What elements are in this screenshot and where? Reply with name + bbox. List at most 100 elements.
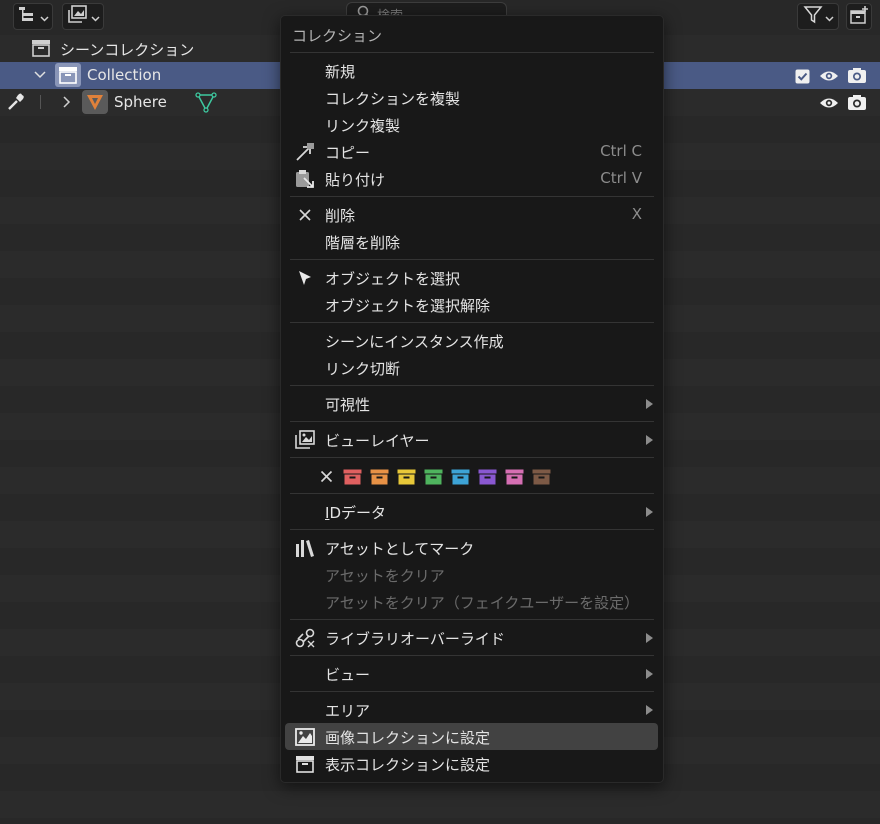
sphere-label: Sphere bbox=[114, 93, 167, 111]
menu-item-label: オブジェクトを選択解除 bbox=[325, 297, 491, 315]
menu-item-label: リンク複製 bbox=[325, 117, 401, 135]
submenu-arrow-icon bbox=[646, 399, 653, 409]
menu-item-copy[interactable]: コピー Ctrl C bbox=[285, 138, 658, 165]
menu-separator bbox=[290, 52, 654, 53]
menu-item-delete-hierarchy[interactable]: 階層を削除 bbox=[285, 228, 658, 255]
color-tag-1-icon[interactable] bbox=[343, 469, 362, 485]
menu-item-view-layer[interactable]: ビューレイヤー bbox=[285, 426, 658, 453]
menu-item-instance-to-scene[interactable]: シーンにインスタンス作成 bbox=[285, 327, 658, 354]
menu-item-label: アセットをクリア bbox=[325, 567, 445, 585]
menu-separator bbox=[290, 457, 654, 458]
menu-separator bbox=[290, 529, 654, 530]
menu-item-label: コレクションを複製 bbox=[325, 90, 461, 108]
camera-icon[interactable] bbox=[846, 66, 868, 85]
exclude-checkbox[interactable] bbox=[794, 68, 810, 84]
display-mode-dropdown[interactable] bbox=[13, 3, 53, 30]
submenu-arrow-icon bbox=[646, 507, 653, 517]
menu-item-duplicate-linked[interactable]: リンク複製 bbox=[285, 111, 658, 138]
menu-item-deselect-objects[interactable]: オブジェクトを選択解除 bbox=[285, 291, 658, 318]
menu-item-label: 新規 bbox=[325, 63, 356, 81]
menu-title: コレクション bbox=[292, 27, 383, 45]
library-override-icon bbox=[293, 626, 317, 649]
menu-item-id-data[interactable]: IDデータ bbox=[285, 498, 658, 525]
menu-item-clear-asset-fake-user: アセットをクリア（フェイクユーザーを設定） bbox=[285, 588, 658, 615]
hierarchy-line bbox=[40, 95, 41, 109]
color-tag-7-icon[interactable] bbox=[505, 469, 524, 485]
menu-separator bbox=[290, 385, 654, 386]
color-tag-6-icon[interactable] bbox=[478, 469, 497, 485]
menu-item-clear-asset: アセットをクリア bbox=[285, 561, 658, 588]
paste-icon bbox=[293, 167, 317, 190]
menu-separator bbox=[290, 691, 654, 692]
eye-icon[interactable] bbox=[818, 67, 840, 84]
menu-item-view[interactable]: ビュー bbox=[285, 660, 658, 687]
menu-item-make-single-user[interactable]: リンク切断 bbox=[285, 354, 658, 381]
eye-icon[interactable] bbox=[818, 94, 840, 111]
color-tag-3-icon[interactable] bbox=[397, 469, 416, 485]
color-tag-5-icon[interactable] bbox=[451, 469, 470, 485]
menu-item-library-override[interactable]: ライブラリオーバーライド bbox=[285, 624, 658, 651]
menu-separator bbox=[290, 259, 654, 260]
collection-box-icon bbox=[293, 752, 317, 775]
filter-view-layer-dropdown[interactable] bbox=[62, 3, 104, 30]
menu-item-label: アセットとしてマーク bbox=[325, 540, 475, 558]
menu-item-label: オブジェクトを選択 bbox=[325, 270, 461, 288]
view-layer-icon bbox=[67, 4, 89, 29]
cursor-arrow-icon bbox=[293, 266, 317, 289]
mesh-data-icon[interactable] bbox=[195, 91, 217, 113]
funnel-icon bbox=[802, 5, 823, 29]
scene-collection-label: シーンコレクション bbox=[60, 41, 195, 59]
chevron-down-icon bbox=[39, 8, 49, 26]
menu-item-new[interactable]: 新規 bbox=[285, 57, 658, 84]
id-data-label-rest: Dデータ bbox=[329, 504, 386, 522]
menu-item-visibility[interactable]: 可視性 bbox=[285, 390, 658, 417]
menu-item-select-objects[interactable]: オブジェクトを選択 bbox=[285, 264, 658, 291]
menu-separator bbox=[290, 196, 654, 197]
menu-separator bbox=[290, 493, 654, 494]
menu-item-label: アセットをクリア（フェイクユーザーを設定） bbox=[325, 594, 640, 612]
camera-icon[interactable] bbox=[846, 93, 868, 112]
eyedropper-icon[interactable] bbox=[5, 91, 27, 113]
view-layer-icon bbox=[293, 428, 317, 451]
chevron-down-icon bbox=[90, 8, 100, 26]
chevron-right-icon[interactable] bbox=[61, 95, 73, 109]
menu-item-label: 削除 bbox=[325, 207, 356, 225]
color-tag-none-icon[interactable] bbox=[319, 469, 333, 483]
menu-item-area[interactable]: エリア bbox=[285, 696, 658, 723]
submenu-arrow-icon bbox=[646, 633, 653, 643]
collection-box-icon bbox=[55, 63, 81, 87]
menu-item-label: 表示コレクションに設定 bbox=[325, 756, 491, 774]
menu-item-label: 階層を削除 bbox=[325, 234, 401, 252]
color-tag-2-icon[interactable] bbox=[370, 469, 389, 485]
menu-item-paste[interactable]: 貼り付け Ctrl V bbox=[285, 165, 658, 192]
color-tag-swatches bbox=[343, 469, 551, 485]
chevron-down-icon[interactable] bbox=[33, 70, 47, 80]
filter-dropdown[interactable] bbox=[797, 3, 839, 30]
menu-item-label: 可視性 bbox=[325, 396, 371, 414]
close-icon bbox=[293, 203, 317, 226]
shortcut-label: Ctrl V bbox=[600, 169, 642, 187]
menu-item-set-viewport-collection[interactable]: 表示コレクションに設定 bbox=[285, 750, 658, 777]
chevron-down-icon bbox=[824, 8, 834, 26]
menu-item-label: 貼り付け bbox=[325, 171, 386, 189]
menu-item-delete[interactable]: 削除 X bbox=[285, 201, 658, 228]
collection-box-icon bbox=[30, 38, 52, 58]
menu-item-label: コピー bbox=[325, 144, 371, 162]
outliner-icon bbox=[18, 6, 38, 28]
new-collection-icon bbox=[849, 5, 869, 29]
color-tag-4-icon[interactable] bbox=[424, 469, 443, 485]
menu-item-label: リンク切断 bbox=[325, 360, 401, 378]
submenu-arrow-icon bbox=[646, 705, 653, 715]
menu-item-duplicate-collection[interactable]: コレクションを複製 bbox=[285, 84, 658, 111]
color-tag-8-icon[interactable] bbox=[532, 469, 551, 485]
mesh-object-icon bbox=[82, 90, 108, 114]
menu-item-label: シーンにインスタンス作成 bbox=[325, 333, 504, 351]
menu-item-set-render-collection[interactable]: 画像コレクションに設定 bbox=[285, 723, 658, 750]
collection-label: Collection bbox=[87, 66, 162, 84]
menu-separator bbox=[290, 619, 654, 620]
menu-item-mark-as-asset[interactable]: アセットとしてマーク bbox=[285, 534, 658, 561]
menu-separator bbox=[290, 655, 654, 656]
new-collection-button[interactable] bbox=[846, 3, 872, 30]
menu-separator bbox=[290, 421, 654, 422]
menu-item-label: ビュー bbox=[325, 666, 371, 684]
